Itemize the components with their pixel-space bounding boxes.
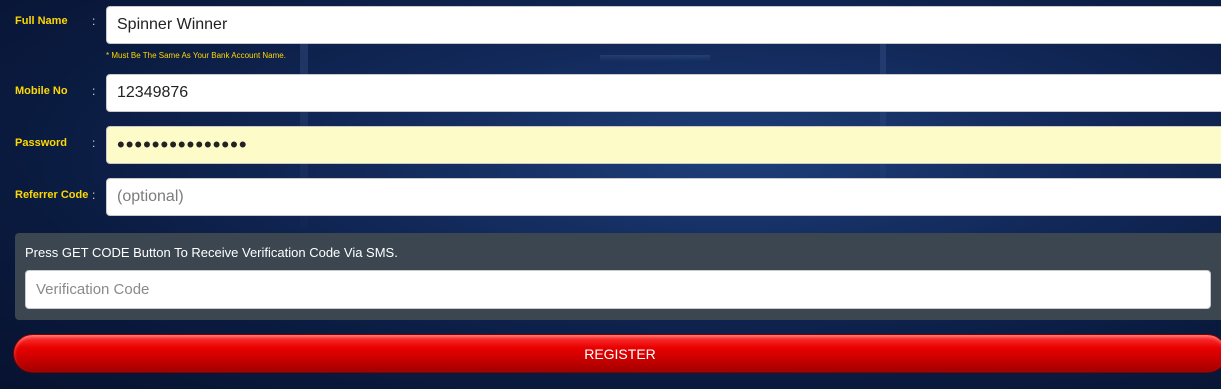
verification-instruction: Press GET CODE Button To Receive Verific… xyxy=(25,245,398,260)
password-label: Password xyxy=(15,137,67,149)
full-name-colon: : xyxy=(92,14,96,28)
password-input[interactable] xyxy=(106,126,1221,164)
mobile-colon: : xyxy=(92,84,96,98)
password-colon: : xyxy=(92,136,96,150)
referrer-label: Referrer Code xyxy=(15,189,89,201)
full-name-input[interactable] xyxy=(106,6,1221,44)
verification-code-input[interactable] xyxy=(25,270,1211,309)
mobile-label: Mobile No xyxy=(15,85,68,97)
full-name-label: Full Name xyxy=(15,15,68,27)
referrer-code-input[interactable] xyxy=(106,178,1221,216)
full-name-hint: * Must Be The Same As Your Bank Account … xyxy=(106,51,286,60)
register-button[interactable]: REGISTER xyxy=(13,334,1221,373)
verification-panel: Press GET CODE Button To Receive Verific… xyxy=(15,233,1221,320)
mobile-input[interactable] xyxy=(106,74,1221,112)
referrer-colon: : xyxy=(92,188,96,202)
background-stripe xyxy=(600,55,710,61)
